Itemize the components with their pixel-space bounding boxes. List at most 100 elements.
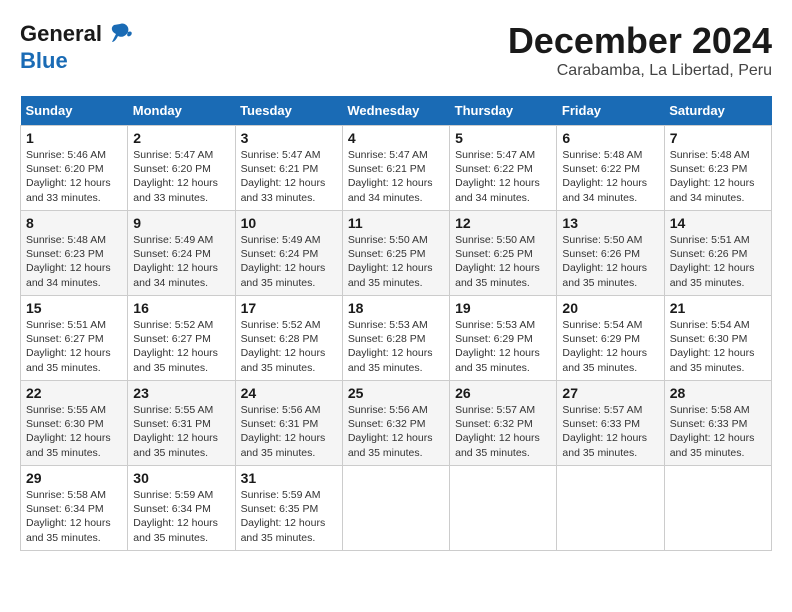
day-info: Sunrise: 5:54 AM Sunset: 6:29 PM Dayligh… bbox=[562, 318, 658, 375]
sunrise-label: Sunrise: 5:46 AM bbox=[26, 149, 106, 161]
sunset-label: Sunset: 6:22 PM bbox=[562, 163, 640, 175]
day-info: Sunrise: 5:59 AM Sunset: 6:35 PM Dayligh… bbox=[241, 488, 337, 545]
sunrise-label: Sunrise: 5:59 AM bbox=[133, 489, 213, 501]
day-number: 10 bbox=[241, 215, 337, 231]
sunset-label: Sunset: 6:32 PM bbox=[455, 418, 533, 430]
day-info: Sunrise: 5:59 AM Sunset: 6:34 PM Dayligh… bbox=[133, 488, 229, 545]
logo-text-general: General bbox=[20, 21, 102, 47]
day-number: 27 bbox=[562, 385, 658, 401]
week-row-4: 22 Sunrise: 5:55 AM Sunset: 6:30 PM Dayl… bbox=[21, 381, 772, 466]
sunset-label: Sunset: 6:30 PM bbox=[26, 418, 104, 430]
sunset-label: Sunset: 6:23 PM bbox=[670, 163, 748, 175]
day-number: 13 bbox=[562, 215, 658, 231]
day-cell-30: 30 Sunrise: 5:59 AM Sunset: 6:34 PM Dayl… bbox=[128, 466, 235, 551]
sunrise-label: Sunrise: 5:56 AM bbox=[241, 404, 321, 416]
sunrise-label: Sunrise: 5:57 AM bbox=[455, 404, 535, 416]
day-info: Sunrise: 5:56 AM Sunset: 6:31 PM Dayligh… bbox=[241, 403, 337, 460]
sunrise-label: Sunrise: 5:53 AM bbox=[348, 319, 428, 331]
daylight-label: Daylight: 12 hours and 35 minutes. bbox=[670, 262, 755, 288]
day-cell-6: 6 Sunrise: 5:48 AM Sunset: 6:22 PM Dayli… bbox=[557, 126, 664, 211]
day-info: Sunrise: 5:54 AM Sunset: 6:30 PM Dayligh… bbox=[670, 318, 766, 375]
day-number: 26 bbox=[455, 385, 551, 401]
sunrise-label: Sunrise: 5:50 AM bbox=[455, 234, 535, 246]
logo: General Blue bbox=[20, 20, 134, 74]
daylight-label: Daylight: 12 hours and 35 minutes. bbox=[241, 347, 326, 373]
daylight-label: Daylight: 12 hours and 35 minutes. bbox=[670, 347, 755, 373]
day-number: 11 bbox=[348, 215, 444, 231]
sunrise-label: Sunrise: 5:58 AM bbox=[26, 489, 106, 501]
sunset-label: Sunset: 6:21 PM bbox=[241, 163, 319, 175]
daylight-label: Daylight: 12 hours and 35 minutes. bbox=[562, 432, 647, 458]
daylight-label: Daylight: 12 hours and 35 minutes. bbox=[133, 517, 218, 543]
day-cell-17: 17 Sunrise: 5:52 AM Sunset: 6:28 PM Dayl… bbox=[235, 296, 342, 381]
day-info: Sunrise: 5:47 AM Sunset: 6:22 PM Dayligh… bbox=[455, 148, 551, 205]
daylight-label: Daylight: 12 hours and 34 minutes. bbox=[670, 177, 755, 203]
sunset-label: Sunset: 6:27 PM bbox=[26, 333, 104, 345]
sunset-label: Sunset: 6:20 PM bbox=[133, 163, 211, 175]
logo-bird-icon bbox=[106, 20, 134, 48]
day-number: 8 bbox=[26, 215, 122, 231]
header-saturday: Saturday bbox=[664, 96, 771, 126]
month-title: December 2024 bbox=[508, 20, 772, 62]
sunset-label: Sunset: 6:28 PM bbox=[241, 333, 319, 345]
day-number: 4 bbox=[348, 130, 444, 146]
daylight-label: Daylight: 12 hours and 35 minutes. bbox=[348, 262, 433, 288]
sunrise-label: Sunrise: 5:47 AM bbox=[455, 149, 535, 161]
sunset-label: Sunset: 6:34 PM bbox=[133, 503, 211, 515]
daylight-label: Daylight: 12 hours and 34 minutes. bbox=[133, 262, 218, 288]
day-cell-5: 5 Sunrise: 5:47 AM Sunset: 6:22 PM Dayli… bbox=[450, 126, 557, 211]
day-cell-3: 3 Sunrise: 5:47 AM Sunset: 6:21 PM Dayli… bbox=[235, 126, 342, 211]
header-wednesday: Wednesday bbox=[342, 96, 449, 126]
header-friday: Friday bbox=[557, 96, 664, 126]
day-number: 25 bbox=[348, 385, 444, 401]
daylight-label: Daylight: 12 hours and 33 minutes. bbox=[241, 177, 326, 203]
day-cell-14: 14 Sunrise: 5:51 AM Sunset: 6:26 PM Dayl… bbox=[664, 211, 771, 296]
day-number: 21 bbox=[670, 300, 766, 316]
sunset-label: Sunset: 6:24 PM bbox=[133, 248, 211, 260]
header-thursday: Thursday bbox=[450, 96, 557, 126]
title-section: December 2024 Carabamba, La Libertad, Pe… bbox=[508, 20, 772, 80]
day-cell-26: 26 Sunrise: 5:57 AM Sunset: 6:32 PM Dayl… bbox=[450, 381, 557, 466]
sunrise-label: Sunrise: 5:52 AM bbox=[241, 319, 321, 331]
day-cell-20: 20 Sunrise: 5:54 AM Sunset: 6:29 PM Dayl… bbox=[557, 296, 664, 381]
sunrise-label: Sunrise: 5:48 AM bbox=[562, 149, 642, 161]
day-info: Sunrise: 5:51 AM Sunset: 6:26 PM Dayligh… bbox=[670, 233, 766, 290]
sunrise-label: Sunrise: 5:48 AM bbox=[670, 149, 750, 161]
sunset-label: Sunset: 6:33 PM bbox=[670, 418, 748, 430]
daylight-label: Daylight: 12 hours and 35 minutes. bbox=[348, 432, 433, 458]
day-number: 18 bbox=[348, 300, 444, 316]
sunset-label: Sunset: 6:35 PM bbox=[241, 503, 319, 515]
day-cell-15: 15 Sunrise: 5:51 AM Sunset: 6:27 PM Dayl… bbox=[21, 296, 128, 381]
day-cell-10: 10 Sunrise: 5:49 AM Sunset: 6:24 PM Dayl… bbox=[235, 211, 342, 296]
daylight-label: Daylight: 12 hours and 33 minutes. bbox=[26, 177, 111, 203]
daylight-label: Daylight: 12 hours and 34 minutes. bbox=[348, 177, 433, 203]
day-cell-8: 8 Sunrise: 5:48 AM Sunset: 6:23 PM Dayli… bbox=[21, 211, 128, 296]
sunrise-label: Sunrise: 5:49 AM bbox=[133, 234, 213, 246]
sunrise-label: Sunrise: 5:57 AM bbox=[562, 404, 642, 416]
day-cell-13: 13 Sunrise: 5:50 AM Sunset: 6:26 PM Dayl… bbox=[557, 211, 664, 296]
day-cell-16: 16 Sunrise: 5:52 AM Sunset: 6:27 PM Dayl… bbox=[128, 296, 235, 381]
sunset-label: Sunset: 6:26 PM bbox=[670, 248, 748, 260]
day-cell-24: 24 Sunrise: 5:56 AM Sunset: 6:31 PM Dayl… bbox=[235, 381, 342, 466]
header: General Blue December 2024 Carabamba, La… bbox=[20, 20, 772, 80]
day-info: Sunrise: 5:49 AM Sunset: 6:24 PM Dayligh… bbox=[241, 233, 337, 290]
sunrise-label: Sunrise: 5:55 AM bbox=[26, 404, 106, 416]
day-number: 7 bbox=[670, 130, 766, 146]
daylight-label: Daylight: 12 hours and 35 minutes. bbox=[562, 262, 647, 288]
day-info: Sunrise: 5:46 AM Sunset: 6:20 PM Dayligh… bbox=[26, 148, 122, 205]
day-info: Sunrise: 5:49 AM Sunset: 6:24 PM Dayligh… bbox=[133, 233, 229, 290]
location-title: Carabamba, La Libertad, Peru bbox=[508, 62, 772, 80]
day-number: 28 bbox=[670, 385, 766, 401]
day-info: Sunrise: 5:51 AM Sunset: 6:27 PM Dayligh… bbox=[26, 318, 122, 375]
daylight-label: Daylight: 12 hours and 35 minutes. bbox=[455, 347, 540, 373]
sunset-label: Sunset: 6:25 PM bbox=[348, 248, 426, 260]
sunrise-label: Sunrise: 5:51 AM bbox=[670, 234, 750, 246]
daylight-label: Daylight: 12 hours and 35 minutes. bbox=[455, 432, 540, 458]
empty-cell bbox=[664, 466, 771, 551]
day-cell-18: 18 Sunrise: 5:53 AM Sunset: 6:28 PM Dayl… bbox=[342, 296, 449, 381]
day-info: Sunrise: 5:47 AM Sunset: 6:21 PM Dayligh… bbox=[348, 148, 444, 205]
sunset-label: Sunset: 6:29 PM bbox=[562, 333, 640, 345]
daylight-label: Daylight: 12 hours and 34 minutes. bbox=[562, 177, 647, 203]
day-info: Sunrise: 5:55 AM Sunset: 6:30 PM Dayligh… bbox=[26, 403, 122, 460]
daylight-label: Daylight: 12 hours and 34 minutes. bbox=[26, 262, 111, 288]
